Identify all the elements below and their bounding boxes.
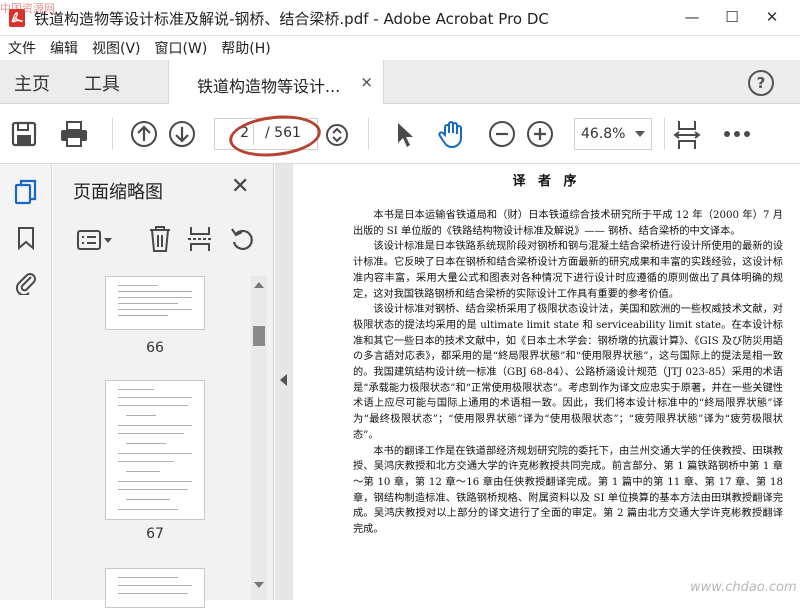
page-thumbnail[interactable] — [105, 380, 205, 520]
toolbar-separator — [664, 118, 665, 150]
select-cursor-icon[interactable] — [392, 120, 418, 150]
bookmark-icon[interactable] — [12, 224, 40, 252]
save-icon[interactable] — [10, 120, 38, 148]
help-icon[interactable]: ? — [748, 70, 774, 96]
delete-page-icon[interactable] — [147, 224, 173, 254]
menu-view[interactable]: 视图(V) — [85, 38, 148, 58]
toolbar-separator — [112, 118, 113, 150]
navigation-rail — [0, 164, 52, 600]
tab-document-label: 铁道构造物等设计... — [197, 77, 341, 96]
document-paragraph: 该设计标准对钢桥、结合梁桥采用了极限状态设计法，美国和欧洲的一些权威技术文献，对… — [353, 304, 783, 441]
document-paragraph: 本书的翻译工作是在铁道部经济规划研究院的委托下，由兰州交通大学的任侠教授、田琪教… — [353, 445, 783, 536]
document-body: 本书是日本运输省铁道局和（财）日本铁道综合技术研究所于平成 12 年（2000 … — [353, 208, 783, 538]
more-options-icon[interactable] — [720, 122, 754, 146]
scroll-up-icon[interactable] — [254, 282, 264, 288]
rotate-page-icon[interactable] — [229, 224, 257, 254]
extract-page-icon[interactable] — [187, 224, 213, 254]
thumbnail-scrollbar[interactable] — [251, 276, 267, 600]
print-icon[interactable] — [58, 120, 90, 148]
watermark-bottom-right: www.chdao.com — [690, 580, 797, 595]
next-page-icon[interactable] — [168, 120, 196, 148]
close-window-button[interactable]: ✕ — [752, 4, 792, 30]
tab-tools[interactable]: 工具 — [84, 70, 120, 96]
collapse-panel-icon[interactable] — [280, 374, 287, 386]
zoom-in-icon[interactable] — [526, 120, 554, 148]
scrollbar-thumb[interactable] — [253, 326, 265, 346]
scroll-mode-icon[interactable] — [324, 122, 350, 148]
thumbnail-options-icon[interactable] — [75, 226, 115, 254]
close-panel-icon[interactable]: ✕ — [231, 174, 249, 199]
tab-home[interactable]: 主页 — [14, 70, 50, 96]
document-paragraph: 本书是日本运输省铁道局和（财）日本铁道综合技术研究所于平成 12 年（2000 … — [353, 210, 783, 237]
menu-window[interactable]: 窗口(W) — [148, 38, 215, 58]
title-bar: 中国资源网 铁道构造物等设计标准及解说-钢桥、结合梁桥.pdf - Adobe … — [0, 0, 800, 36]
maximize-button[interactable]: ☐ — [712, 4, 752, 30]
thumbnails-panel: 页面缩略图 ✕ 66 67 — [53, 164, 274, 608]
acrobat-app-icon — [9, 9, 25, 27]
previous-page-icon[interactable] — [130, 120, 158, 148]
document-view[interactable]: 译 者 序 本书是日本运输省铁道局和（财）日本铁道综合技术研究所于平成 12 年… — [293, 164, 800, 600]
attachment-icon[interactable] — [12, 268, 40, 296]
thumbnail-toolbar — [53, 220, 274, 260]
hand-tool-icon[interactable] — [436, 118, 468, 150]
zoom-level-value: 46.8% — [581, 126, 626, 142]
menu-help[interactable]: 帮助(H) — [214, 38, 277, 58]
menu-file[interactable]: 文件 — [0, 38, 43, 58]
tab-bar: 主页 工具 铁道构造物等设计... × ? — [0, 60, 800, 104]
document-heading: 译 者 序 — [512, 174, 581, 189]
document-paragraph: 该设计标准是日本铁路系统现阶段对钢桥和钢与混凝土结合梁桥进行设计所使用的最新的设… — [353, 241, 783, 300]
thumbnail-page-number: 67 — [146, 526, 164, 542]
chevron-down-icon — [635, 131, 645, 137]
page-thumbnail[interactable] — [105, 276, 205, 330]
thumbnail-page-number: 66 — [146, 340, 164, 356]
menu-bar: 文件 编辑 视图(V) 窗口(W) 帮助(H) — [0, 36, 800, 60]
zoom-level-select[interactable]: 46.8% — [574, 118, 652, 150]
minimize-button[interactable]: — — [672, 4, 712, 30]
tab-document[interactable]: 铁道构造物等设计... × — [168, 60, 384, 104]
scroll-down-icon[interactable] — [254, 582, 264, 588]
page-thumbnails-icon[interactable] — [12, 178, 40, 206]
window-title: 铁道构造物等设计标准及解说-钢桥、结合梁桥.pdf - Adobe Acroba… — [34, 10, 549, 28]
menu-edit[interactable]: 编辑 — [43, 38, 85, 58]
toolbar — [0, 104, 800, 164]
close-tab-icon[interactable]: × — [360, 73, 373, 91]
page-thumbnail[interactable] — [105, 568, 205, 608]
panel-collapse-strip[interactable] — [275, 164, 293, 600]
fit-page-icon[interactable] — [672, 118, 702, 152]
toolbar-separator — [368, 118, 369, 150]
panel-title: 页面缩略图 — [73, 182, 163, 203]
zoom-out-icon[interactable] — [488, 120, 516, 148]
